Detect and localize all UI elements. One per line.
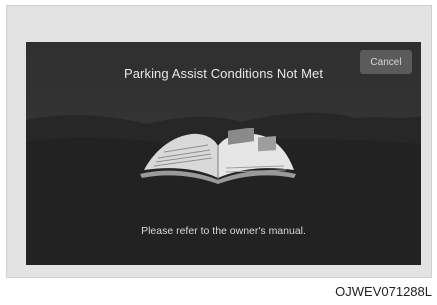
- figure-code: OJWEV071288L: [335, 284, 432, 299]
- dialog-message: Please refer to the owner's manual.: [141, 225, 306, 237]
- cancel-button[interactable]: Cancel: [360, 50, 412, 74]
- display-screen: Parking Assist Conditions Not Met Cancel…: [26, 42, 421, 265]
- open-book-icon: [140, 128, 296, 184]
